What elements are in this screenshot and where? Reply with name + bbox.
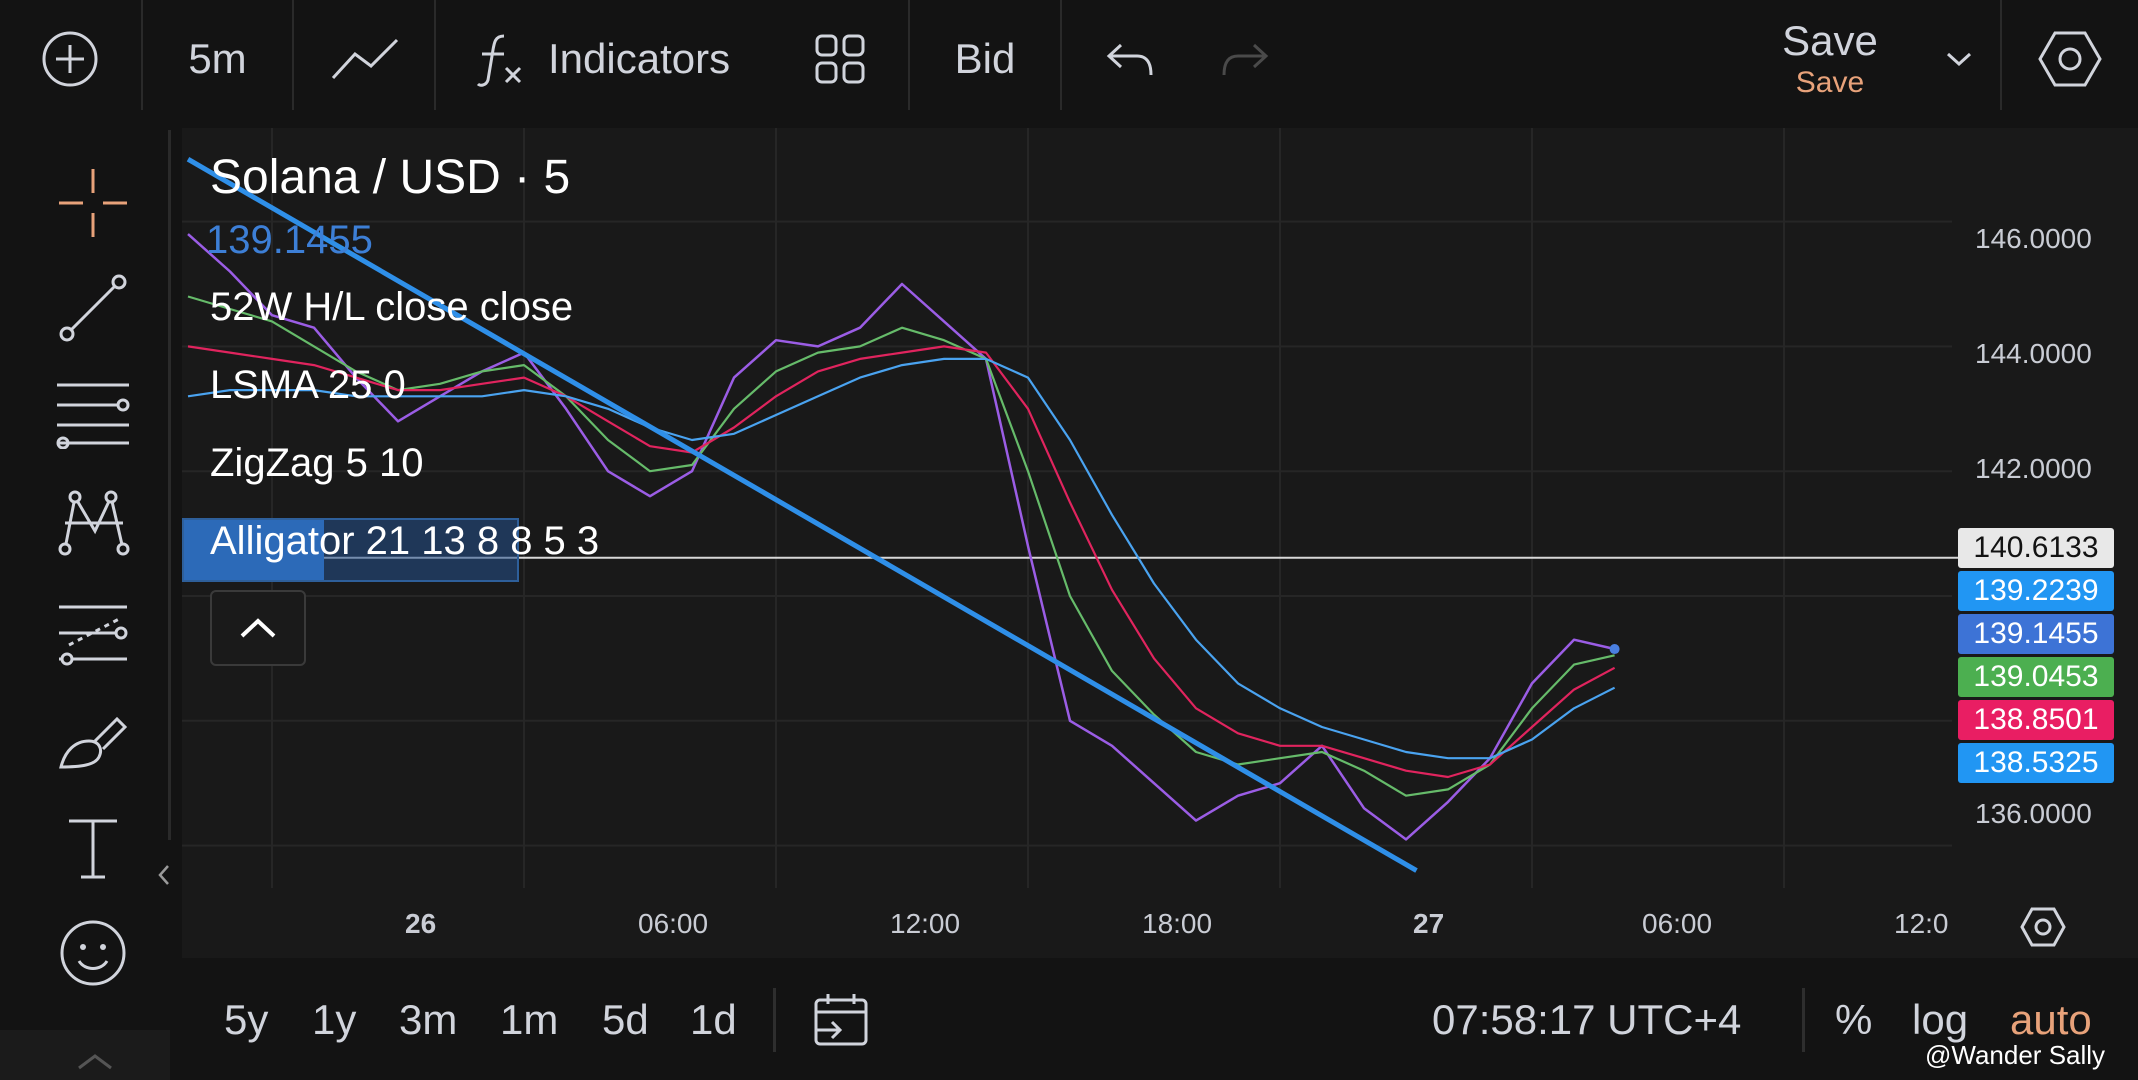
toolbar-footer [0, 1030, 170, 1080]
calendar-icon [814, 994, 868, 1046]
range-5d[interactable]: 5d [602, 960, 649, 1080]
plus-circle-icon [42, 31, 98, 87]
trendline [186, 157, 1418, 873]
collapse-toolbar-button[interactable] [156, 862, 172, 893]
gear-icon [2020, 907, 2066, 947]
save-sublabel: Save [1795, 66, 1865, 99]
price-tag-lips: 139.0453 [1958, 657, 2114, 697]
chevron-up-icon [78, 1054, 112, 1070]
price-axis-tick: 136.0000 [1975, 798, 2092, 829]
toolbar-divider [292, 0, 294, 110]
bottom-divider [773, 988, 776, 1052]
toolbar-divider [141, 0, 143, 110]
gear-icon [2038, 31, 2102, 87]
save-menu-button[interactable] [1930, 0, 1988, 118]
smiley-icon [60, 920, 125, 985]
fib-tool[interactable] [45, 365, 140, 460]
crosshair-icon [58, 168, 127, 237]
price-axis-tick: 144.0000 [1975, 338, 2092, 369]
toolbar-divider [1060, 0, 1062, 110]
chevron-left-icon [158, 865, 169, 885]
bottom-toolbar: 5y 1y 3m 1m 5d 1d 07:58:17 UTC+4 % log a… [182, 960, 2138, 1080]
time-axis-tick: 12:00 [890, 908, 961, 939]
range-1y[interactable]: 1y [312, 960, 356, 1080]
range-3m[interactable]: 3m [399, 960, 457, 1080]
time-axis-tick: 26 [405, 908, 437, 939]
last-price: 139.1455 [206, 218, 373, 262]
symbol-title[interactable]: Solana / USD · 5 [210, 150, 570, 205]
collapse-legend-button[interactable] [210, 590, 306, 666]
horizontal-lines-icon [56, 383, 129, 449]
goto-date-button[interactable] [812, 960, 870, 1080]
trendline-tool[interactable] [45, 260, 140, 355]
price-tag-teeth: 138.8501 [1958, 700, 2114, 740]
redo-icon [1222, 43, 1269, 76]
range-5y[interactable]: 5y [224, 960, 268, 1080]
projection-tool[interactable] [45, 585, 140, 680]
toolbar-divider [168, 130, 171, 840]
function-icon [476, 34, 522, 87]
price-axis-tick: 146.0000 [1975, 223, 2092, 254]
time-axis-tick: 18:00 [1142, 908, 1213, 939]
chart-type-button[interactable] [312, 0, 417, 118]
trendline-icon [59, 274, 126, 341]
chevron-down-icon [1946, 52, 1972, 67]
crosshair-tool[interactable] [45, 155, 140, 250]
time-axis-tick: 06:00 [1642, 908, 1713, 939]
axis-settings-button[interactable] [2020, 906, 2066, 953]
layout-button[interactable] [800, 0, 880, 118]
text-icon [68, 819, 117, 878]
toolbar-divider [908, 0, 910, 110]
price-tag-last: 139.1455 [1958, 614, 2114, 654]
drawing-toolbar [0, 130, 170, 1080]
watermark: @Wander Sally [1925, 1040, 2106, 1070]
last-price-marker [1609, 644, 1620, 655]
indicators-label: Indicators [548, 35, 731, 82]
pattern-icon [58, 490, 129, 555]
price-tag-jaw: 139.2239 [1958, 571, 2114, 611]
price-tag-alligator-jaw: 138.5325 [1958, 743, 2114, 783]
toolbar-divider [2000, 0, 2002, 110]
pattern-tool[interactable] [45, 475, 140, 570]
brush-tool[interactable] [45, 695, 140, 790]
indicator-legend-alligator[interactable]: Alligator 21 13 8 8 5 3 [210, 519, 599, 564]
grid-layout-icon [815, 34, 865, 84]
time-axis-tick: 06:00 [638, 908, 709, 939]
redo-button[interactable] [1210, 0, 1280, 118]
time-axis-tick: 12:0 [1894, 908, 1949, 939]
save-button[interactable]: Save Save [1760, 0, 1900, 118]
price-axis-tick: 142.0000 [1975, 453, 2092, 484]
chevron-up-icon [240, 618, 276, 638]
price-type-button[interactable]: Bid [930, 0, 1040, 118]
line-chart-icon [331, 38, 398, 80]
indicator-legend-lsma[interactable]: LSMA 25 0 [210, 363, 406, 408]
text-tool[interactable] [45, 800, 140, 895]
add-symbol-button[interactable] [20, 0, 120, 118]
emoji-tool[interactable] [45, 905, 140, 1000]
interval-button[interactable]: 5m [160, 0, 275, 118]
time-axis-tick: 27 [1413, 908, 1445, 939]
price-tag-horizontal-line: 140.6133 [1958, 528, 2114, 568]
range-1d[interactable]: 1d [690, 960, 737, 1080]
range-1m[interactable]: 1m [500, 960, 558, 1080]
clock[interactable]: 07:58:17 UTC+4 [1432, 960, 1741, 1080]
toolbar-divider [434, 0, 436, 110]
undo-icon [1106, 43, 1153, 76]
undo-button[interactable] [1095, 0, 1165, 118]
bottom-divider [1802, 988, 1805, 1052]
indicator-legend-52w[interactable]: 52W H/L close close [210, 285, 573, 330]
indicators-button[interactable]: Indicators [470, 0, 760, 118]
top-toolbar: 5m Indicators Bid Save Save [0, 0, 2138, 118]
settings-button[interactable] [2030, 0, 2110, 118]
save-label: Save [1782, 17, 1878, 64]
percent-toggle[interactable]: % [1835, 960, 1872, 1080]
projection-icon [58, 605, 127, 665]
brush-icon [58, 716, 127, 769]
indicator-legend-zigzag[interactable]: ZigZag 5 10 [210, 441, 423, 486]
